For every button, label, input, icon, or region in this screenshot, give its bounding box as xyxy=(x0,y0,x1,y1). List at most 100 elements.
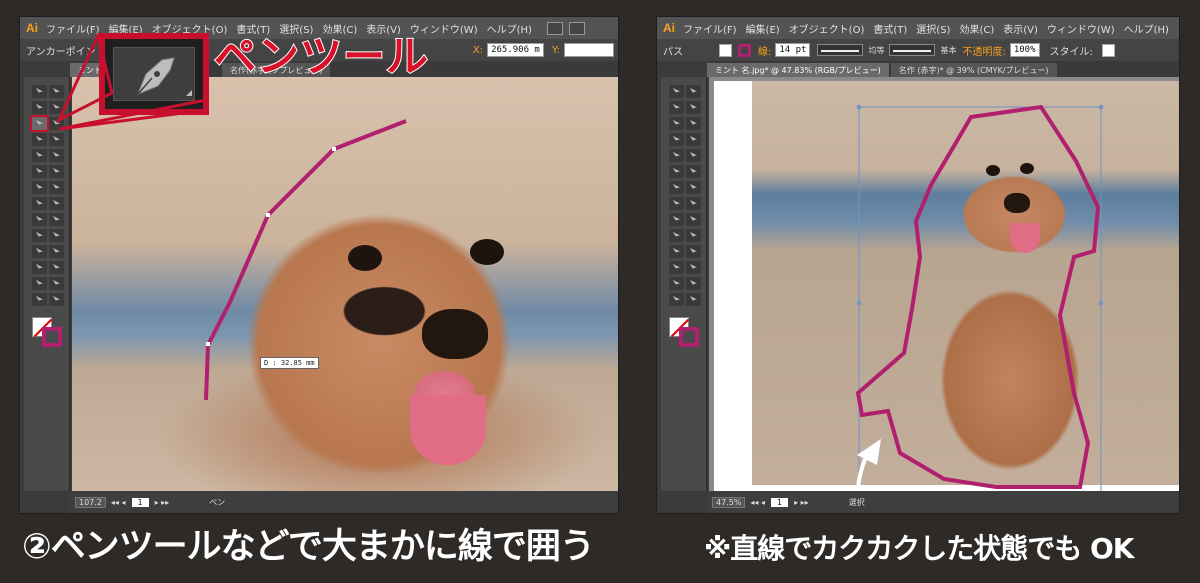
eyedropper-tool[interactable] xyxy=(669,245,684,258)
eraser-tool[interactable] xyxy=(686,165,701,178)
symbol-sprayer-tool[interactable] xyxy=(669,261,684,274)
zoom-tool[interactable] xyxy=(686,293,701,306)
menu-file[interactable]: ファイル(F) xyxy=(46,21,100,36)
eraser-tool[interactable] xyxy=(49,165,64,178)
gradient-tool[interactable] xyxy=(49,229,64,242)
pencil-tool[interactable] xyxy=(686,149,701,162)
zoom-field[interactable]: 47.5% xyxy=(712,496,746,508)
magic-wand-tool[interactable] xyxy=(669,101,684,114)
line-tool[interactable] xyxy=(32,133,47,146)
type-tool[interactable] xyxy=(49,117,64,130)
gradient-tool[interactable] xyxy=(686,229,701,242)
hand-tool[interactable] xyxy=(669,293,684,306)
perspective-grid-tool[interactable] xyxy=(49,213,64,226)
x-coordinate-field[interactable]: 265.906 m xyxy=(487,43,544,57)
artboard-tool[interactable] xyxy=(669,277,684,290)
type-tool[interactable] xyxy=(686,117,701,130)
dog-photo xyxy=(752,81,1179,485)
uniform-label: 均等 xyxy=(868,45,885,55)
artboard-canvas[interactable] xyxy=(709,77,1179,495)
symbol-sprayer-tool[interactable] xyxy=(32,261,47,274)
menu-select[interactable]: 選択(S) xyxy=(916,21,950,36)
variable-width-profile[interactable] xyxy=(817,44,864,56)
x-label: X: xyxy=(472,44,484,56)
shape-builder-tool[interactable] xyxy=(32,213,47,226)
status-tool-label: 選択 xyxy=(848,497,865,507)
fill-color-swatch[interactable] xyxy=(719,43,732,57)
width-tool[interactable] xyxy=(32,197,47,210)
blend-tool[interactable] xyxy=(686,245,701,258)
free-transform-tool[interactable] xyxy=(49,197,64,210)
opacity-label: 不透明度: xyxy=(962,46,1006,58)
menu-window[interactable]: ウィンドウ(W) xyxy=(1047,21,1115,36)
stroke-weight-field[interactable]: 14 pt xyxy=(775,43,811,57)
menu-help[interactable]: ヘルプ(H) xyxy=(1124,21,1169,36)
menu-help[interactable]: ヘルプ(H) xyxy=(487,21,532,36)
menu-effect[interactable]: 効果(C) xyxy=(959,21,994,36)
dog-eye-right xyxy=(1020,163,1034,174)
rotate-tool[interactable] xyxy=(32,181,47,194)
page-next-icon[interactable]: ▸ ▸▸ xyxy=(794,498,809,507)
zoom-field[interactable]: 107.2 xyxy=(75,496,106,508)
menu-file[interactable]: ファイル(F) xyxy=(683,21,737,36)
slice-tool[interactable] xyxy=(49,277,64,290)
blob-brush-tool[interactable] xyxy=(32,165,47,178)
width-tool[interactable] xyxy=(669,197,684,210)
paintbrush-tool[interactable] xyxy=(32,149,47,162)
pen-tool[interactable] xyxy=(669,117,684,130)
selection-tool[interactable] xyxy=(669,85,684,98)
slice-tool[interactable] xyxy=(686,277,701,290)
direct-selection-tool[interactable] xyxy=(49,85,64,98)
scale-tool[interactable] xyxy=(49,181,64,194)
opacity-field[interactable]: 100% xyxy=(1009,43,1040,57)
page-nav-icon[interactable]: ◂◂ ◂ xyxy=(750,498,765,507)
y-coordinate-field[interactable] xyxy=(564,43,614,57)
menu-view[interactable]: 表示(V) xyxy=(1003,21,1038,36)
line-tool[interactable] xyxy=(669,133,684,146)
page-field[interactable]: 1 xyxy=(771,497,789,507)
rectangle-tool[interactable] xyxy=(686,133,701,146)
stroke-swatch[interactable] xyxy=(679,327,699,347)
menu-type[interactable]: 書式(T) xyxy=(873,21,907,36)
scale-tool[interactable] xyxy=(686,181,701,194)
pencil-tool[interactable] xyxy=(49,149,64,162)
status-tool-label: ペン xyxy=(209,497,226,507)
lasso-tool[interactable] xyxy=(686,101,701,114)
column-graph-tool[interactable] xyxy=(49,261,64,274)
zoom-tool[interactable] xyxy=(49,293,64,306)
perspective-grid-tool[interactable] xyxy=(686,213,701,226)
blend-tool[interactable] xyxy=(49,245,64,258)
pen-tool[interactable] xyxy=(30,115,49,132)
eyedropper-tool[interactable] xyxy=(32,245,47,258)
page-nav-icon[interactable]: ◂◂ ◂ xyxy=(111,498,126,507)
paintbrush-tool[interactable] xyxy=(669,149,684,162)
bridge-button[interactable] xyxy=(546,21,563,35)
free-transform-tool[interactable] xyxy=(686,197,701,210)
stroke-swatch[interactable] xyxy=(42,327,62,347)
page-field[interactable]: 1 xyxy=(131,497,149,507)
artboard-canvas[interactable]: D : 32.85 mm xyxy=(72,77,618,495)
stroke-color-swatch[interactable] xyxy=(738,43,751,57)
column-graph-tool[interactable] xyxy=(686,261,701,274)
page-next-icon[interactable]: ▸ ▸▸ xyxy=(155,498,170,507)
menu-edit[interactable]: 編集(E) xyxy=(746,21,780,36)
y-label: Y: xyxy=(551,44,560,56)
rotate-tool[interactable] xyxy=(669,181,684,194)
direct-selection-tool[interactable] xyxy=(686,85,701,98)
hand-tool[interactable] xyxy=(32,293,47,306)
lasso-tool[interactable] xyxy=(49,101,64,114)
blob-brush-tool[interactable] xyxy=(669,165,684,178)
magic-wand-tool[interactable] xyxy=(32,101,47,114)
brush-definition[interactable] xyxy=(889,44,936,56)
artboard-tool[interactable] xyxy=(32,277,47,290)
graphic-style-swatch[interactable] xyxy=(1101,43,1115,57)
menu-object[interactable]: オブジェクト(O) xyxy=(789,21,865,36)
selection-tool[interactable] xyxy=(32,85,47,98)
mesh-tool[interactable] xyxy=(669,229,684,242)
mesh-tool[interactable] xyxy=(32,229,47,242)
document-tab[interactable]: 名作 (赤字)* @ 39% (CMYK/プレビュー) xyxy=(890,63,1057,77)
shape-builder-tool[interactable] xyxy=(669,213,684,226)
document-tab-active[interactable]: ミント 名.jpg* @ 47.83% (RGB/プレビュー) xyxy=(707,63,889,77)
arrange-documents-button[interactable] xyxy=(568,21,585,35)
rectangle-tool[interactable] xyxy=(49,133,64,146)
